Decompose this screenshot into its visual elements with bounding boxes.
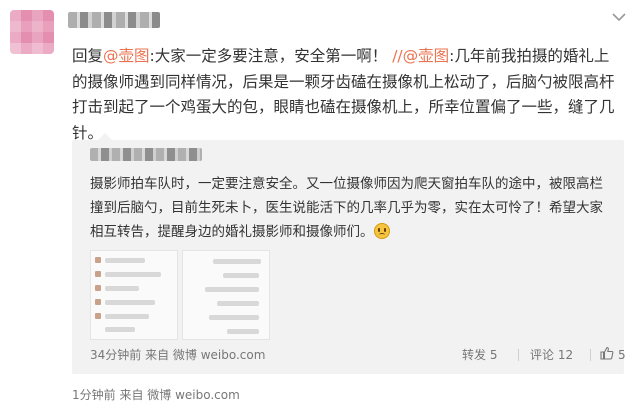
like-button[interactable]: 5 xyxy=(600,346,626,363)
like-count: 5 xyxy=(618,347,626,362)
post-time-source[interactable]: 1分钟前 来自 微博 weibo.com xyxy=(72,386,240,403)
image-thumbnail[interactable] xyxy=(182,250,270,340)
repost-marker: // xyxy=(392,47,403,65)
mention-link[interactable]: @壶图 xyxy=(103,47,150,65)
comment-button[interactable]: 评论 12 xyxy=(530,346,573,363)
chevron-down-icon[interactable] xyxy=(612,10,626,26)
quoted-text: 摄影师拍车队时，一定要注意安全。又一位摄像师因为爬天窗拍车队的途中，被限高栏撞到… xyxy=(90,172,616,244)
quoted-text-content: 摄影师拍车队时，一定要注意安全。又一位摄像师因为爬天窗拍车队的途中，被限高栏撞到… xyxy=(90,176,603,240)
avatar[interactable] xyxy=(10,10,54,54)
reply-prefix: 回复 xyxy=(72,47,104,65)
quoted-username-blurred[interactable] xyxy=(90,148,202,161)
crying-face-icon xyxy=(373,223,390,239)
username-blurred[interactable] xyxy=(68,12,160,28)
post-text: 回复@壶图:大家一定多要注意，安全第一啊！ //@壶图:几年前我拍摄的婚礼上的摄… xyxy=(72,44,624,146)
repost-button[interactable]: 转发 5 xyxy=(462,346,497,363)
post-text-part1: :大家一定多要注意，安全第一啊！ xyxy=(149,47,393,65)
quoted-footer: 34分钟前 来自 微博 weibo.com 转发 5 评论 12 5 xyxy=(90,346,626,364)
image-thumbnail[interactable] xyxy=(90,250,178,340)
thumbs-up-icon xyxy=(600,346,614,363)
mention-link[interactable]: @壶图 xyxy=(403,47,450,65)
quoted-post: 摄影师拍车队时，一定要注意安全。又一位摄像师因为爬天窗拍车队的途中，被限高栏撞到… xyxy=(72,133,626,374)
quoted-time-source[interactable]: 34分钟前 来自 微博 weibo.com xyxy=(90,346,265,363)
